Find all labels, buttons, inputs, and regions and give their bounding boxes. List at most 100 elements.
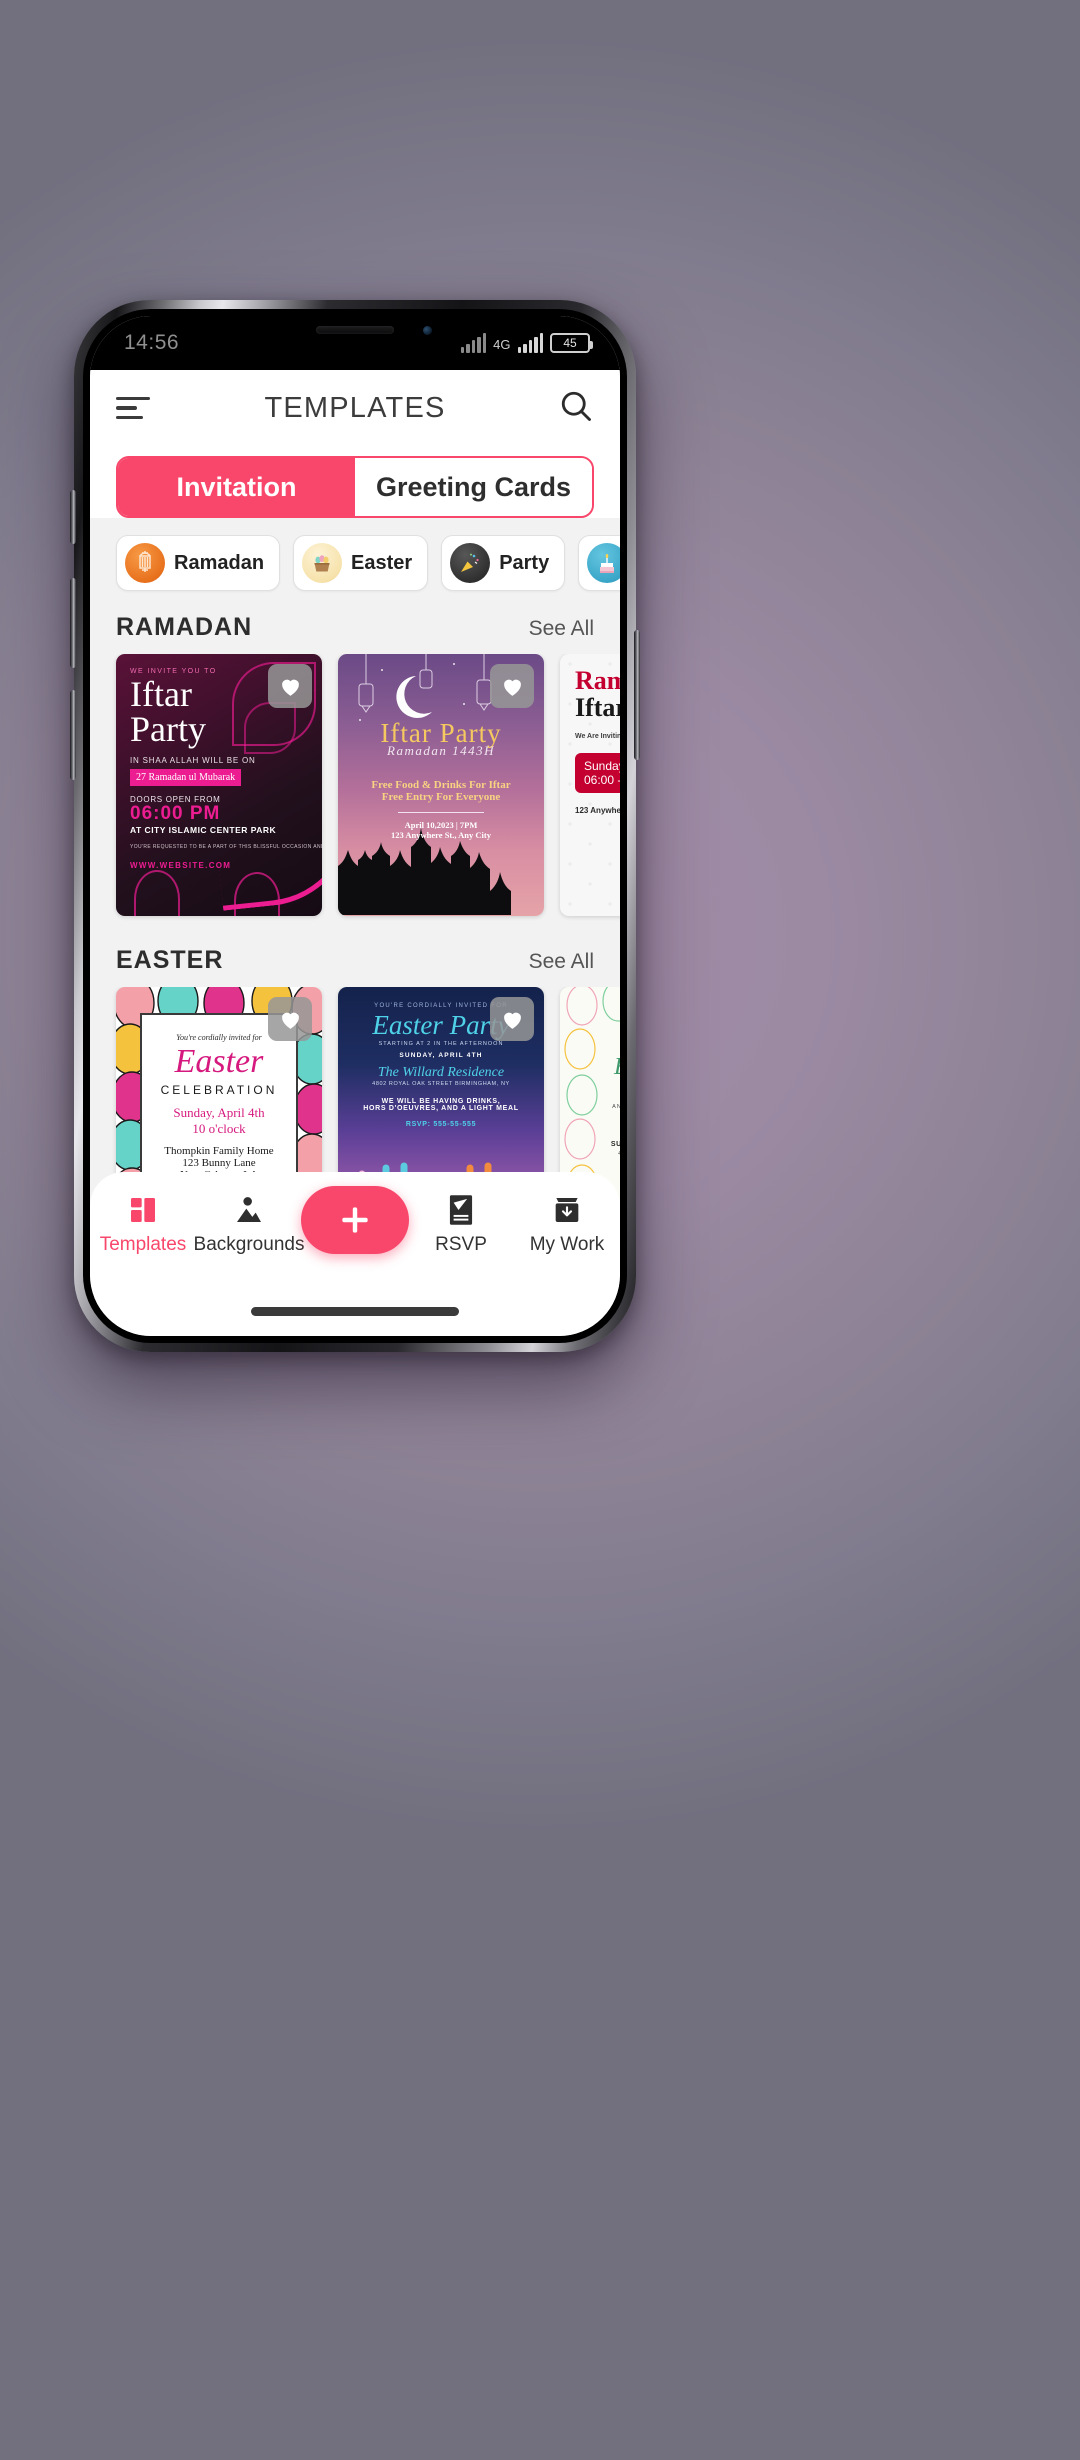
power-button[interactable] <box>634 630 640 760</box>
page-title: TEMPLATES <box>264 391 446 424</box>
chip-ramadan[interactable]: Ramadan <box>116 535 281 591</box>
segmented-control: Invitation Greeting Cards <box>116 456 594 518</box>
card-line: We Are Inviting You On This Blissful Occ… <box>575 733 620 741</box>
send-paper-plane-icon <box>446 1190 476 1226</box>
party-popper-icon <box>450 543 491 583</box>
card-line: CELEBRATION <box>160 1083 278 1098</box>
category-chips-row[interactable]: Ramadan Easter Party <box>90 518 620 607</box>
phone-frame: 14:56 4G 45 TEMPLATES Invitation Greetin… <box>70 300 640 1352</box>
silent-switch[interactable] <box>70 490 76 544</box>
card-line: Iftar Party <box>575 693 620 722</box>
plus-icon <box>342 1207 368 1233</box>
section-header-ramadan: RAMADAN See All <box>90 607 620 654</box>
nav-item-my-work[interactable]: My Work <box>515 1190 619 1256</box>
card-line: AN EGG HUNT PARTY HOSTED BY <box>612 1103 620 1110</box>
card-line: 10 o'clock <box>192 1121 246 1137</box>
template-card-iftar-party-dark[interactable]: WE INVITE YOU TO Iftar Party IN SHAA ALL… <box>116 654 322 916</box>
card-line: 4802 ROYAL OAK STREET BIRMINGHAM, NY <box>372 1081 510 1088</box>
favorite-button[interactable] <box>268 997 312 1041</box>
chip-label: Easter <box>351 551 413 574</box>
card-line: 27 Ramadan ul Mubarak <box>130 769 242 787</box>
create-new-button[interactable] <box>301 1186 409 1254</box>
card-line: Sunday, April 4th <box>173 1105 265 1121</box>
signal-bars-sim1-icon <box>460 333 487 353</box>
favorite-button[interactable] <box>490 664 534 708</box>
card-line: WE WILL BE HAVING DRINKS, <box>381 1098 501 1106</box>
volume-up-button[interactable] <box>70 578 76 668</box>
chip-birthday[interactable]: Birthday <box>578 535 620 591</box>
card-line: SUNDAY, APRIL 18 • AT 1:30 PM <box>610 1140 620 1148</box>
card-line: STARTING AT 2 IN THE AFTERNOON <box>378 1041 504 1048</box>
card-line: April 10,2023 | 7PM <box>404 820 478 830</box>
lantern-icon <box>125 543 165 583</box>
archive-box-icon <box>551 1190 583 1226</box>
card-line: 06:00 PM <box>130 803 221 825</box>
card-line: Free Food & Drinks For Iftar <box>371 779 511 791</box>
status-bar: 14:56 4G 45 <box>90 316 620 370</box>
card-line: WWW.WEBSITE.COM <box>130 861 232 871</box>
see-all-easter[interactable]: See All <box>529 950 594 974</box>
bottom-navigation-bar: Templates Backgrounds RSVP My Work <box>90 1172 620 1336</box>
card-line: Egg Cellent <box>588 1053 620 1082</box>
home-indicator[interactable] <box>251 1307 459 1316</box>
image-landscape-icon <box>233 1190 265 1226</box>
card-line: Party <box>130 708 206 749</box>
section-header-easter: EASTER See All <box>90 940 620 987</box>
card-line: 123 Bunny Lane <box>182 1157 256 1170</box>
card-line: RSVP: 000 000 000 <box>588 1159 620 1165</box>
signal-bars-sim2-icon <box>517 333 543 353</box>
battery-level-label: 45 <box>563 336 577 350</box>
phone-notch <box>252 316 458 346</box>
chip-label: Ramadan <box>174 551 265 574</box>
card-line: Thompkin Family Home <box>164 1145 274 1158</box>
card-line: YOU'RE REQUESTED TO BE A PART OF THIS BL… <box>130 843 322 850</box>
card-line: 06:00 - 07:00 PM <box>584 773 620 788</box>
nav-label: Templates <box>99 1234 187 1255</box>
earpiece-speaker <box>316 326 394 334</box>
volume-down-button[interactable] <box>70 690 76 780</box>
card-line: RSVP: 555-55-555 <box>405 1121 477 1129</box>
card-line: 123 Anywhere St., Any City Name, ST 1234… <box>575 806 620 816</box>
card-line: CELEBRATION <box>588 1083 620 1092</box>
template-card-iftar-party-gradient[interactable]: Iftar Party Ramadan 1443H Free Food & Dr… <box>338 654 544 916</box>
card-line: Ramadan <box>575 666 620 695</box>
favorite-button[interactable] <box>490 997 534 1041</box>
chip-easter[interactable]: Easter <box>293 535 429 591</box>
nav-item-templates[interactable]: Templates <box>91 1190 195 1256</box>
card-line: SUNDAY, APRIL 4TH <box>399 1052 483 1060</box>
nav-item-backgrounds[interactable]: Backgrounds <box>194 1190 304 1256</box>
template-card-ramadan-iftar-white[interactable]: Ramadan Iftar Party We Are Inviting You … <box>560 654 620 916</box>
card-line: HORS D'OEUVRES, AND A LIGHT MEAL <box>363 1105 519 1113</box>
nav-item-create[interactable] <box>301 1186 409 1254</box>
card-line: IN SHAA ALLAH WILL BE ON <box>130 756 256 766</box>
phone-screen: 14:56 4G 45 TEMPLATES Invitation Greetin… <box>90 316 620 1336</box>
tab-greeting-cards[interactable]: Greeting Cards <box>355 458 592 516</box>
chip-label: Party <box>499 551 550 574</box>
decor-arch-1 <box>134 870 180 916</box>
card-line: YOU ARE INVITED TO AN <box>588 1045 620 1051</box>
easter-basket-icon <box>302 543 343 583</box>
card-line: Free Entry For Everyone <box>381 791 501 803</box>
templates-grid-icon <box>127 1190 159 1226</box>
status-time: 14:56 <box>124 331 180 354</box>
search-icon[interactable] <box>558 388 594 429</box>
card-line: Iftar <box>130 674 192 714</box>
category-type-switcher: Invitation Greeting Cards <box>90 446 620 518</box>
favorite-button[interactable] <box>268 664 312 708</box>
nav-item-rsvp[interactable]: RSVP <box>409 1190 513 1256</box>
tab-invitation[interactable]: Invitation <box>118 458 355 516</box>
card-line: Carlie Anderson <box>588 1113 620 1129</box>
see-all-ramadan[interactable]: See All <box>529 617 594 641</box>
card-line: 4895 EQUOINE ROAD WILLIAMSVILLE <box>588 1151 620 1157</box>
section-title: RAMADAN <box>116 613 253 641</box>
chip-party[interactable]: Party <box>441 535 566 591</box>
card-line: 123 Anywhere St., Any City <box>391 830 491 840</box>
card-line: The Willard Residence <box>377 1065 505 1081</box>
status-icons: 4G 45 <box>460 333 593 353</box>
battery-indicator: 45 <box>550 333 593 353</box>
phone-bezel: 14:56 4G 45 TEMPLATES Invitation Greetin… <box>83 309 627 1343</box>
ramadan-card-row[interactable]: WE INVITE YOU TO Iftar Party IN SHAA ALL… <box>90 654 620 940</box>
template-scroll-area[interactable]: Ramadan Easter Party RAMADAN See All WE … <box>90 518 620 1244</box>
nav-label: Backgrounds <box>193 1234 305 1255</box>
nav-label: RSVP <box>435 1234 487 1255</box>
